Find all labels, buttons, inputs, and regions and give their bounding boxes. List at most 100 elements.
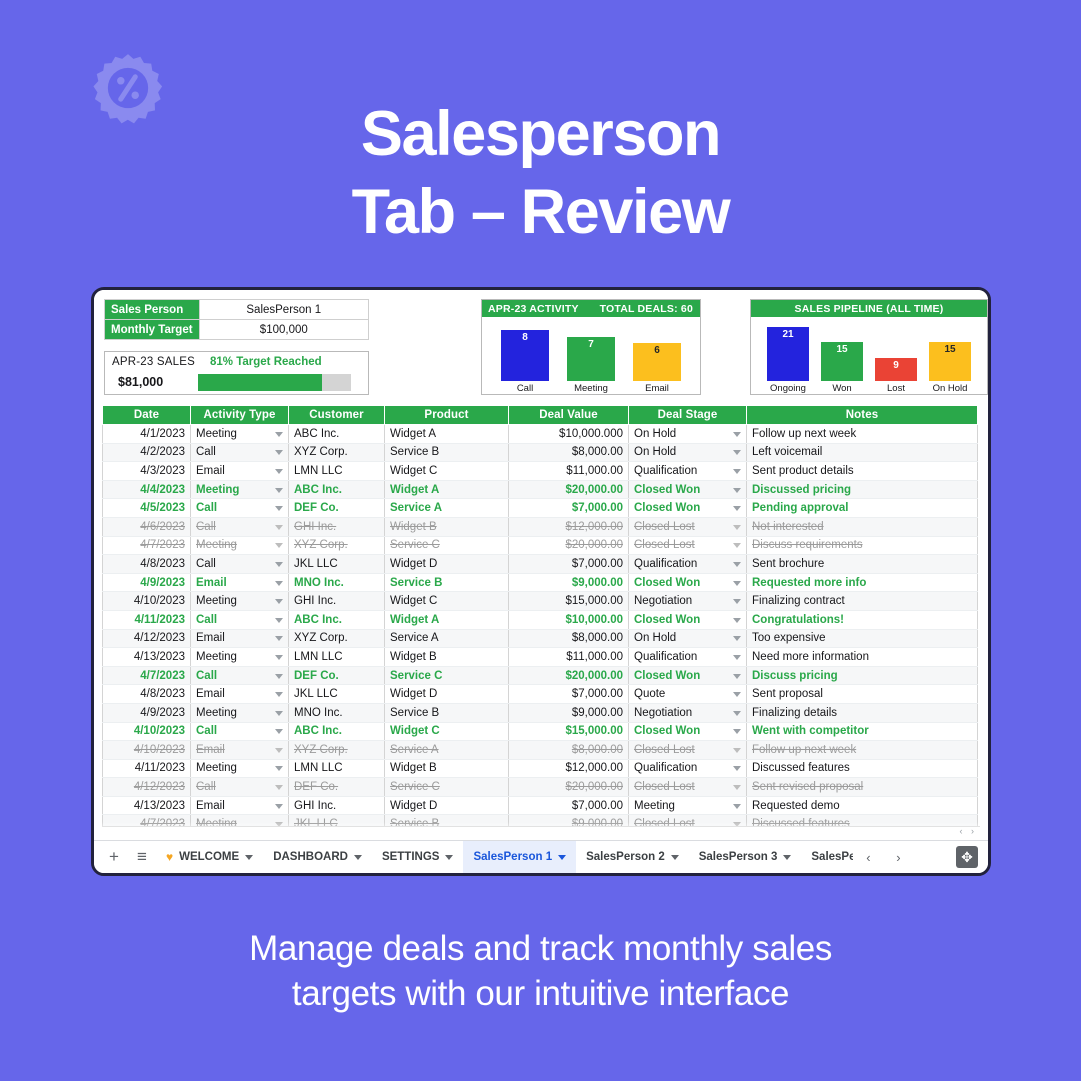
- table-row[interactable]: 4/6/2023 Call GHI Inc. Widget B $12,000.00 Cl…: [102, 517, 978, 537]
- activity-type-dropdown[interactable]: Meeting: [190, 480, 289, 500]
- deal-stage-dropdown[interactable]: Closed Won: [628, 573, 747, 593]
- cell-product[interactable]: Widget C: [384, 461, 509, 481]
- deal-stage-dropdown[interactable]: Closed Won: [628, 610, 747, 630]
- chevron-down-icon[interactable]: [275, 431, 283, 437]
- cell-date[interactable]: 4/12/2023: [102, 629, 191, 649]
- cell-product[interactable]: Widget B: [384, 647, 509, 667]
- cell-deal-value[interactable]: $7,000.00: [508, 684, 629, 704]
- cell-product[interactable]: Service A: [384, 629, 509, 649]
- activity-type-dropdown[interactable]: Call: [190, 666, 289, 686]
- table-row[interactable]: 4/13/2023 Meeting LMN LLC Widget B $11,000.0…: [102, 647, 978, 667]
- chevron-down-icon[interactable]: [275, 729, 283, 735]
- explore-icon[interactable]: ✥: [956, 846, 978, 868]
- chevron-down-icon[interactable]: [733, 599, 741, 605]
- deal-stage-dropdown[interactable]: On Hold: [628, 424, 747, 444]
- deal-stage-dropdown[interactable]: Closed Won: [628, 480, 747, 500]
- cell-notes[interactable]: Finalizing details: [746, 703, 978, 723]
- cell-deal-value[interactable]: $11,000.00: [508, 647, 629, 667]
- deal-stage-dropdown[interactable]: Quote: [628, 684, 747, 704]
- chevron-down-icon[interactable]: [733, 692, 741, 698]
- cell-customer[interactable]: JKL LLC: [288, 554, 385, 574]
- chevron-down-icon[interactable]: [733, 803, 741, 809]
- cell-customer[interactable]: MNO Inc.: [288, 573, 385, 593]
- deal-stage-dropdown[interactable]: Closed Lost: [628, 740, 747, 760]
- cell-customer[interactable]: GHI Inc.: [288, 796, 385, 816]
- chevron-down-icon[interactable]: [733, 636, 741, 642]
- table-row[interactable]: 4/7/2023 Meeting XYZ Corp. Service C $20,000…: [102, 536, 978, 556]
- table-row[interactable]: 4/2/2023 Call XYZ Corp. Service B $8,000.00 O…: [102, 443, 978, 463]
- column-header-deal-stage[interactable]: Deal Stage: [628, 405, 747, 425]
- activity-type-dropdown[interactable]: Call: [190, 777, 289, 797]
- cell-product[interactable]: Widget C: [384, 591, 509, 611]
- chevron-down-icon[interactable]: [733, 431, 741, 437]
- activity-type-dropdown[interactable]: Meeting: [190, 703, 289, 723]
- chevron-down-icon[interactable]: [275, 654, 283, 660]
- cell-deal-value[interactable]: $7,000.00: [508, 498, 629, 518]
- cell-product[interactable]: Service A: [384, 740, 509, 760]
- deal-stage-dropdown[interactable]: Negotiation: [628, 591, 747, 611]
- cell-customer[interactable]: ABC Inc.: [288, 424, 385, 444]
- all-sheets-icon[interactable]: ≡: [128, 847, 156, 867]
- cell-deal-value[interactable]: $20,000.00: [508, 666, 629, 686]
- chevron-down-icon[interactable]: [733, 468, 741, 474]
- table-row[interactable]: 4/12/2023 Call DEF Co. Service C $20,000.00 C…: [102, 777, 978, 797]
- deal-stage-dropdown[interactable]: Qualification: [628, 461, 747, 481]
- cell-date[interactable]: 4/1/2023: [102, 424, 191, 444]
- deal-stage-dropdown[interactable]: Closed Lost: [628, 536, 747, 556]
- cell-notes[interactable]: Finalizing contract: [746, 591, 978, 611]
- cell-customer[interactable]: ABC Inc.: [288, 480, 385, 500]
- chevron-down-icon[interactable]: [275, 599, 283, 605]
- chevron-down-icon[interactable]: [275, 450, 283, 456]
- chevron-down-icon[interactable]: [275, 468, 283, 474]
- table-row[interactable]: 4/5/2023 Call DEF Co. Service A $7,000.00 Clo…: [102, 498, 978, 518]
- cell-notes[interactable]: Sent product details: [746, 461, 978, 481]
- cell-product[interactable]: Widget A: [384, 610, 509, 630]
- table-row[interactable]: 4/8/2023 Email JKL LLC Widget D $7,000.00 Quo…: [102, 684, 978, 704]
- cell-notes[interactable]: Follow up next week: [746, 424, 978, 444]
- cell-customer[interactable]: JKL LLC: [288, 684, 385, 704]
- cell-deal-value[interactable]: $9,000.00: [508, 703, 629, 723]
- activity-type-dropdown[interactable]: Meeting: [190, 759, 289, 779]
- chevron-down-icon[interactable]: [733, 729, 741, 735]
- activity-type-dropdown[interactable]: Email: [190, 740, 289, 760]
- prev-sheet-arrow[interactable]: ‹: [853, 850, 883, 865]
- cell-date[interactable]: 4/10/2023: [102, 591, 191, 611]
- chevron-down-icon[interactable]: [733, 710, 741, 716]
- cell-customer[interactable]: LMN LLC: [288, 759, 385, 779]
- cell-date[interactable]: 4/7/2023: [102, 666, 191, 686]
- chevron-down-icon[interactable]: [670, 854, 679, 860]
- cell-deal-value[interactable]: $12,000.00: [508, 759, 629, 779]
- cell-notes[interactable]: Congratulations!: [746, 610, 978, 630]
- column-header-activity-type[interactable]: Activity Type: [190, 405, 289, 425]
- chevron-down-icon[interactable]: [275, 636, 283, 642]
- info-value-monthly-target[interactable]: $100,000: [198, 319, 370, 340]
- cell-date[interactable]: 4/8/2023: [102, 554, 191, 574]
- activity-type-dropdown[interactable]: Meeting: [190, 591, 289, 611]
- cell-notes[interactable]: Requested demo: [746, 796, 978, 816]
- cell-date[interactable]: 4/13/2023: [102, 796, 191, 816]
- chevron-down-icon[interactable]: [733, 580, 741, 586]
- cell-notes[interactable]: Discuss pricing: [746, 666, 978, 686]
- deal-stage-dropdown[interactable]: Closed Lost: [628, 777, 747, 797]
- cell-deal-value[interactable]: $8,000.00: [508, 629, 629, 649]
- cell-customer[interactable]: DEF Co.: [288, 777, 385, 797]
- cell-date[interactable]: 4/12/2023: [102, 777, 191, 797]
- cell-deal-value[interactable]: $12,000.00: [508, 517, 629, 537]
- cell-date[interactable]: 4/7/2023: [102, 536, 191, 556]
- cell-customer[interactable]: ABC Inc.: [288, 610, 385, 630]
- cell-date[interactable]: 4/5/2023: [102, 498, 191, 518]
- chevron-down-icon[interactable]: [275, 692, 283, 698]
- cell-date[interactable]: 4/2/2023: [102, 443, 191, 463]
- chevron-down-icon[interactable]: [275, 617, 283, 623]
- cell-notes[interactable]: Too expensive: [746, 629, 978, 649]
- cell-date[interactable]: 4/6/2023: [102, 517, 191, 537]
- cell-product[interactable]: Widget A: [384, 480, 509, 500]
- deal-stage-dropdown[interactable]: Closed Won: [628, 666, 747, 686]
- table-row[interactable]: 4/8/2023 Call JKL LLC Widget D $7,000.00 Qual…: [102, 554, 978, 574]
- column-header-deal-value[interactable]: Deal Value: [508, 405, 629, 425]
- add-sheet-icon[interactable]: +: [100, 847, 128, 867]
- cell-notes[interactable]: Not interested: [746, 517, 978, 537]
- cell-notes[interactable]: Left voicemail: [746, 443, 978, 463]
- activity-type-dropdown[interactable]: Email: [190, 684, 289, 704]
- chevron-down-icon[interactable]: [558, 854, 567, 860]
